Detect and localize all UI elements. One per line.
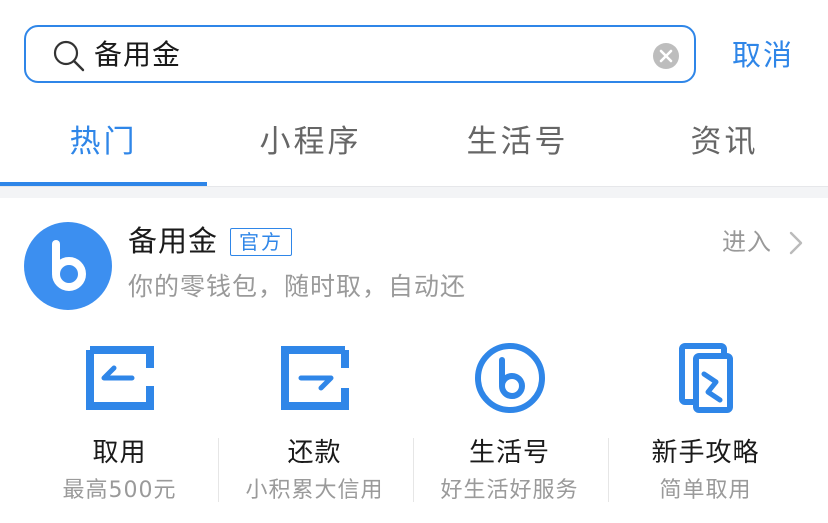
result-tabs: 热门 小程序 生活号 资讯 xyxy=(0,108,828,186)
service-title: 还款 xyxy=(287,438,342,468)
official-result-card: 备用金 官方 你的零钱包，随时取，自动还 进入 取用 最高500元 还款 小积累… xyxy=(0,198,828,523)
search-icon xyxy=(53,40,85,72)
service-withdraw[interactable]: 取用 最高500元 xyxy=(22,342,217,512)
app-logo[interactable] xyxy=(24,222,112,310)
b-logo-icon xyxy=(52,240,86,291)
service-subtitle: 最高500元 xyxy=(62,478,177,503)
tab-mini-programs[interactable]: 小程序 xyxy=(207,122,414,162)
enter-link[interactable]: 进入 xyxy=(722,226,772,258)
service-subtitle: 好生活好服务 xyxy=(440,478,579,503)
search-query-text[interactable]: 备用金 xyxy=(94,36,181,74)
chevron-right-icon[interactable] xyxy=(788,230,804,256)
guide-icon xyxy=(679,343,733,413)
official-badge: 官方 xyxy=(230,228,292,256)
tab-hot[interactable]: 热门 xyxy=(0,122,207,162)
search-input[interactable]: 备用金 xyxy=(24,25,696,83)
tab-news[interactable]: 资讯 xyxy=(621,122,828,162)
service-guide[interactable]: 新手攻略 简单取用 xyxy=(608,342,803,512)
service-life-account[interactable]: 生活号 好生活好服务 xyxy=(412,342,607,512)
cancel-button[interactable]: 取消 xyxy=(732,36,794,74)
search-header: 备用金 取消 xyxy=(0,0,828,100)
withdraw-icon xyxy=(86,346,154,410)
service-title: 取用 xyxy=(92,438,147,468)
search-results-page: 备用金 取消 热门 小程序 生活号 资讯 备用金 官方 你的零钱包，随时取，自动… xyxy=(0,0,828,523)
repay-icon xyxy=(281,346,349,410)
service-subtitle: 小积累大信用 xyxy=(245,478,384,503)
service-title: 生活号 xyxy=(468,438,550,468)
tab-life-accounts[interactable]: 生活号 xyxy=(414,122,621,162)
service-repay[interactable]: 还款 小积累大信用 xyxy=(217,342,412,512)
service-title: 新手攻略 xyxy=(651,438,760,468)
app-name[interactable]: 备用金 xyxy=(128,222,218,260)
clear-icon[interactable] xyxy=(652,42,680,70)
app-description: 你的零钱包，随时取，自动还 xyxy=(128,272,467,301)
service-subtitle: 简单取用 xyxy=(659,478,752,503)
life-account-icon xyxy=(475,343,545,413)
